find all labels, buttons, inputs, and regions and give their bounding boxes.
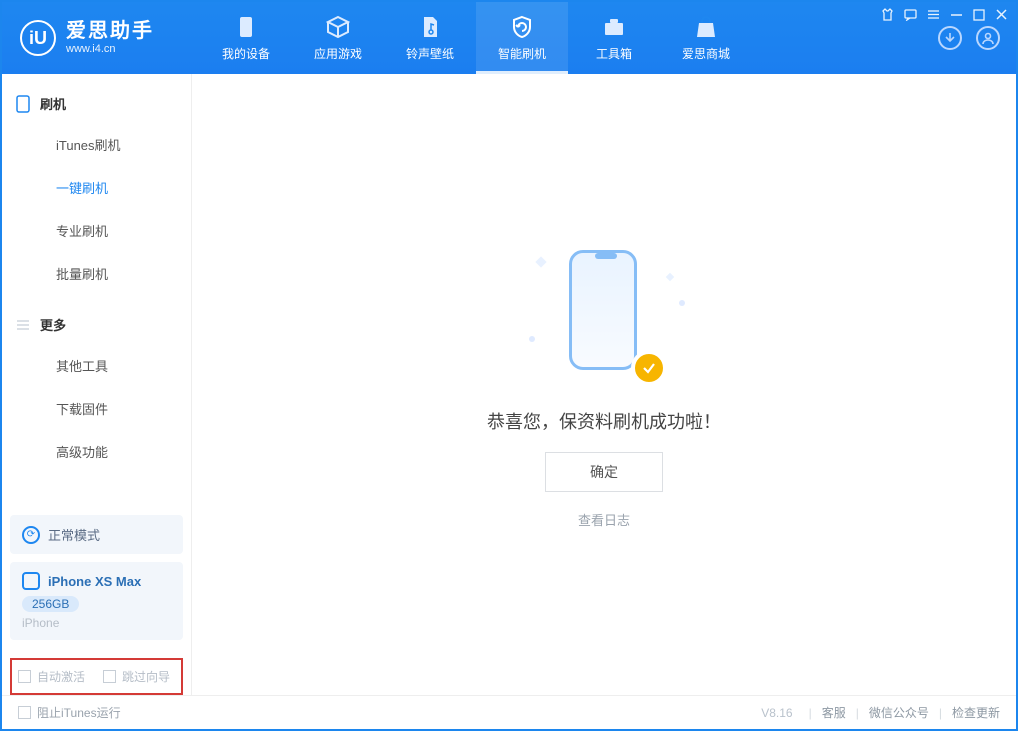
cube-icon <box>326 15 350 39</box>
version-label: V8.16 <box>761 706 792 720</box>
nav-tabs: 我的设备 应用游戏 铃声壁纸 智能刷机 工具箱 爱思商城 <box>200 2 752 74</box>
tab-smart-flash[interactable]: 智能刷机 <box>476 2 568 74</box>
app-name: 爱思助手 <box>66 20 154 43</box>
check-update-link[interactable]: 检查更新 <box>952 704 1000 721</box>
tab-apps-games[interactable]: 应用游戏 <box>292 2 384 74</box>
phone-icon <box>234 15 258 39</box>
app-url: www.i4.cn <box>66 43 154 56</box>
maximize-button[interactable] <box>973 9 985 21</box>
ok-button[interactable]: 确定 <box>545 452 663 492</box>
device-type: iPhone <box>22 616 171 630</box>
music-file-icon <box>418 15 442 39</box>
sidebar-section-flash: 刷机 <box>2 74 191 123</box>
device-outline-icon <box>16 95 30 113</box>
app-header: iU 爱思助手 www.i4.cn 我的设备 应用游戏 铃声壁纸 智能刷机 工具… <box>2 2 1016 74</box>
dot-icon <box>679 300 685 306</box>
toolbox-icon <box>602 15 626 39</box>
tab-toolbox[interactable]: 工具箱 <box>568 2 660 74</box>
options-highlighted: 自动激活 跳过向导 <box>10 658 183 695</box>
sidebar-item-download-firmware[interactable]: 下载固件 <box>2 387 191 430</box>
sparkle-icon <box>666 273 674 281</box>
list-icon <box>16 318 30 332</box>
menu-icon[interactable] <box>927 8 940 21</box>
tab-ringtone-wallpaper[interactable]: 铃声壁纸 <box>384 2 476 74</box>
mode-icon: ⟳ <box>22 526 40 544</box>
view-log-link[interactable]: 查看日志 <box>578 510 630 529</box>
device-capacity: 256GB <box>22 596 79 612</box>
checkbox-skip-guide[interactable]: 跳过向导 <box>103 668 170 685</box>
app-body: 刷机 iTunes刷机 一键刷机 专业刷机 批量刷机 更多 其他工具 下载固件 … <box>2 74 1016 695</box>
skin-icon[interactable] <box>881 8 894 21</box>
tab-my-device[interactable]: 我的设备 <box>200 2 292 74</box>
success-illustration <box>549 240 659 390</box>
sparkle-icon <box>535 256 546 267</box>
success-message: 恭喜您，保资料刷机成功啦！ <box>487 408 721 434</box>
main-panel: 恭喜您，保资料刷机成功啦！ 确定 查看日志 <box>192 74 1016 695</box>
user-icon[interactable] <box>976 26 1000 50</box>
logo-icon: iU <box>20 20 56 56</box>
sidebar-section-more: 更多 <box>2 295 191 344</box>
minimize-button[interactable] <box>950 8 963 21</box>
app-logo: iU 爱思助手 www.i4.cn <box>20 2 200 74</box>
feedback-icon[interactable] <box>904 8 917 21</box>
sidebar-item-other-tools[interactable]: 其他工具 <box>2 344 191 387</box>
check-badge-icon <box>631 350 667 386</box>
dot-icon <box>529 336 535 342</box>
status-bar: 阻止iTunes运行 V8.16 | 客服 | 微信公众号 | 检查更新 <box>2 695 1016 729</box>
wechat-link[interactable]: 微信公众号 <box>869 704 929 721</box>
tab-store[interactable]: 爱思商城 <box>660 2 752 74</box>
sidebar-item-pro-flash[interactable]: 专业刷机 <box>2 209 191 252</box>
checkbox-auto-activate[interactable]: 自动激活 <box>18 668 85 685</box>
mode-card[interactable]: ⟳ 正常模式 <box>10 515 183 554</box>
bag-icon <box>694 15 718 39</box>
checkbox-block-itunes[interactable]: 阻止iTunes运行 <box>18 704 121 721</box>
window-controls <box>881 8 1008 21</box>
close-button[interactable] <box>995 8 1008 21</box>
sidebar-item-onekey-flash[interactable]: 一键刷机 <box>2 166 191 209</box>
sidebar-item-itunes-flash[interactable]: iTunes刷机 <box>2 123 191 166</box>
sidebar: 刷机 iTunes刷机 一键刷机 专业刷机 批量刷机 更多 其他工具 下载固件 … <box>2 74 192 695</box>
phone-icon <box>569 250 637 370</box>
device-icon <box>22 572 40 590</box>
device-card[interactable]: iPhone XS Max 256GB iPhone <box>10 562 183 640</box>
sidebar-item-batch-flash[interactable]: 批量刷机 <box>2 252 191 295</box>
device-name: iPhone XS Max <box>48 574 141 589</box>
mode-label: 正常模式 <box>48 525 100 544</box>
sidebar-item-advanced[interactable]: 高级功能 <box>2 430 191 473</box>
support-link[interactable]: 客服 <box>822 704 846 721</box>
refresh-shield-icon <box>510 15 534 39</box>
download-icon[interactable] <box>938 26 962 50</box>
